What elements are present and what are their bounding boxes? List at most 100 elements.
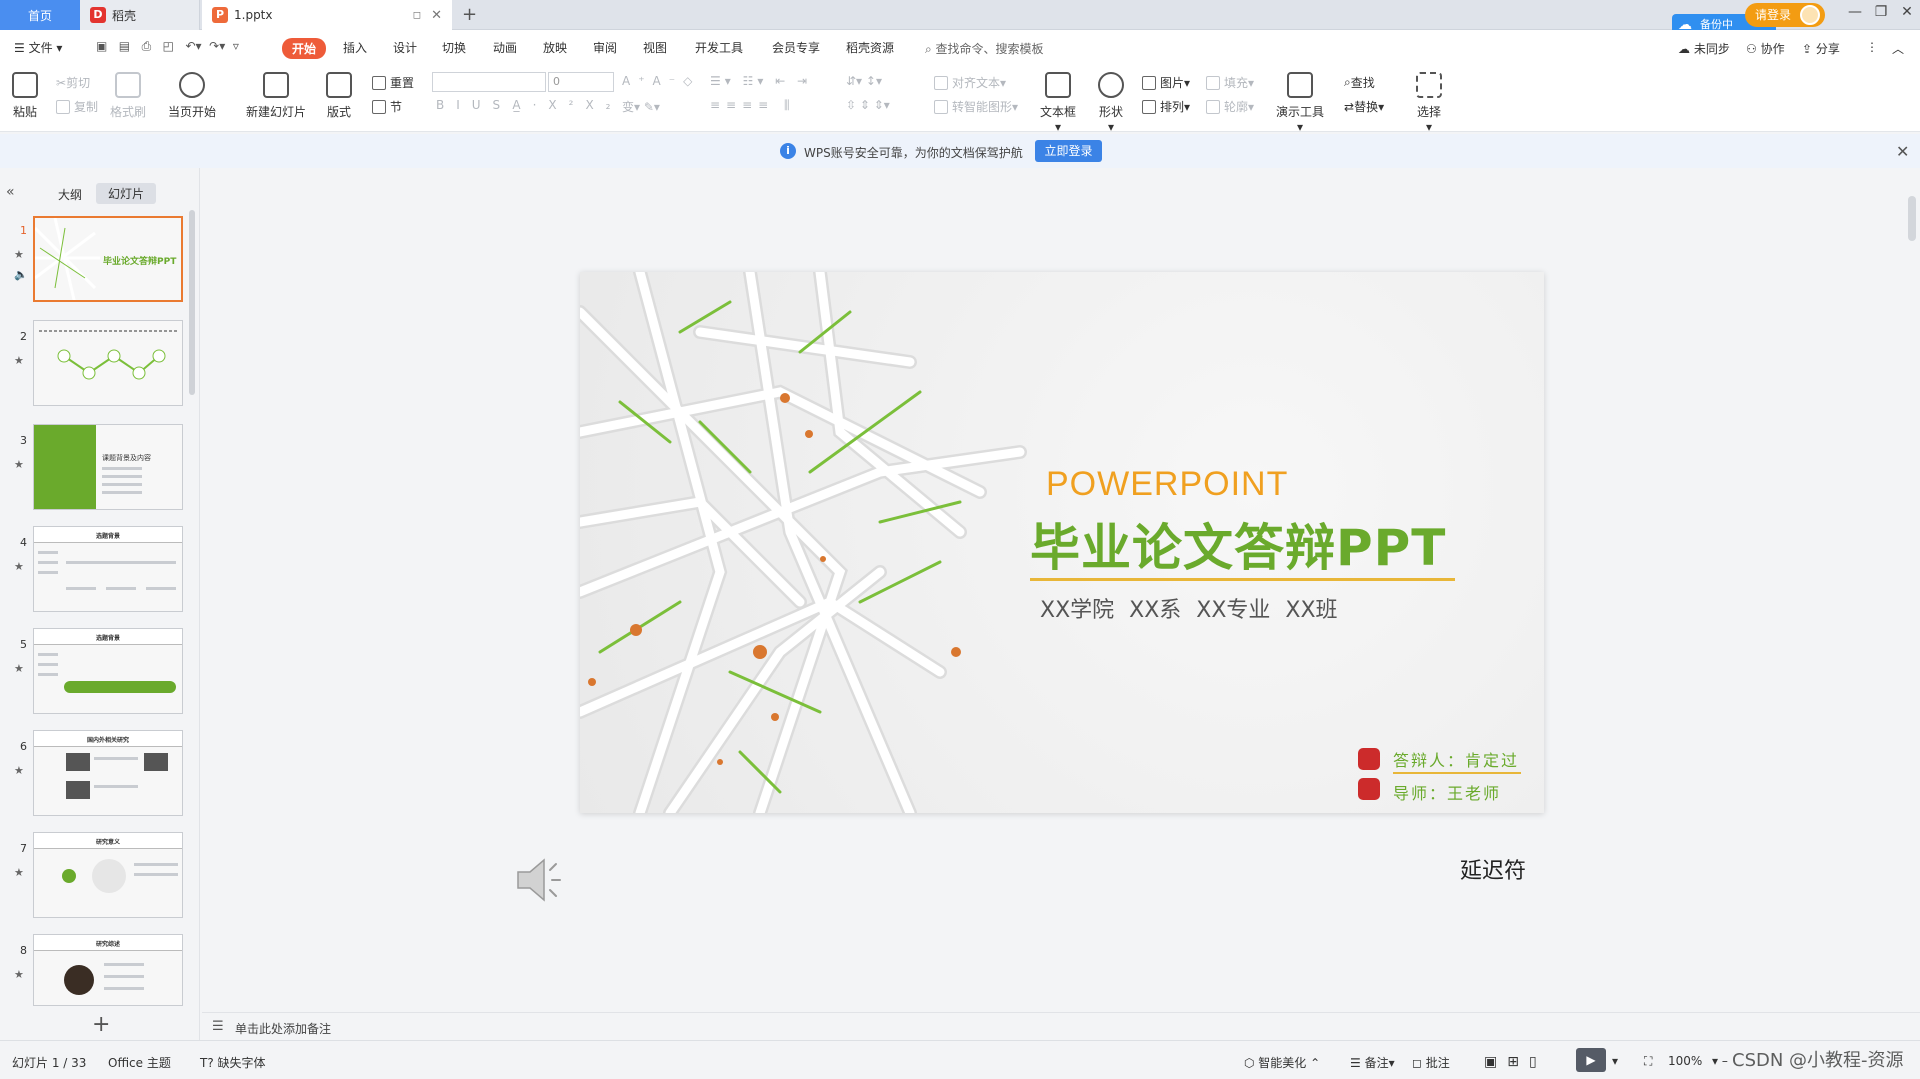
zoom-out-icon[interactable]: ▾ –	[1712, 1054, 1728, 1068]
slide-title[interactable]: 毕业论文答辩PPT	[1030, 508, 1446, 580]
canvas-scrollbar[interactable]	[1904, 168, 1920, 1012]
avatar[interactable]	[1800, 5, 1820, 25]
format-painter-button[interactable]: 格式刷	[110, 72, 146, 120]
missing-font-button[interactable]: T? 缺失字体	[200, 1054, 266, 1071]
delay-text[interactable]: 延迟符	[1460, 853, 1526, 885]
smart-beautify-button[interactable]: ⬡ 智能美化 ⌃	[1244, 1054, 1320, 1071]
play-options-icon[interactable]: ▾	[1612, 1054, 1618, 1068]
font-style-buttons[interactable]: BIUSA̲·X²X₂	[436, 98, 622, 112]
menu-view[interactable]: 视图	[643, 39, 667, 56]
tab-document[interactable]: P 1.pptx ◻ ✕	[202, 0, 452, 30]
speaker-icon[interactable]	[510, 850, 570, 910]
tab-slides[interactable]: 幻灯片	[96, 183, 157, 204]
notice-login-button[interactable]: 立即登录	[1035, 140, 1102, 162]
fit-window-icon[interactable]: ⛶	[1644, 1054, 1652, 1069]
slide-thumbnail[interactable]: 研究综述	[33, 934, 183, 1006]
pin-icon[interactable]: ◻	[413, 10, 421, 21]
fill-button[interactable]: 填充 ▾	[1206, 74, 1254, 91]
slide-subtitle[interactable]: XX学院 XX系 XX专业 XX班	[1040, 592, 1338, 624]
add-slide-button[interactable]: +	[92, 1012, 110, 1037]
menu-insert[interactable]: 插入	[343, 39, 367, 56]
tab-home[interactable]: 首页	[0, 0, 80, 30]
menu-animation[interactable]: 动画	[493, 39, 517, 56]
advisor-text[interactable]: 导师：王老师	[1393, 780, 1501, 804]
smartart-button[interactable]: 转智能图形 ▾	[934, 98, 1018, 115]
slide-1[interactable]: POWERPOINT 毕业论文答辩PPT XX学院 XX系 XX专业 XX班 答…	[580, 272, 1544, 813]
comments-button[interactable]: ◻ 批注	[1412, 1054, 1450, 1071]
collapse-panel-icon[interactable]: «	[6, 184, 15, 200]
copy-button[interactable]: 复制	[56, 98, 98, 115]
replace-button[interactable]: ⇄ 替换 ▾	[1344, 98, 1384, 115]
picture-button[interactable]: 图片 ▾	[1142, 74, 1190, 91]
font-size-select[interactable]: 0	[548, 72, 614, 92]
menu-docer-resources[interactable]: 稻壳资源	[846, 39, 894, 56]
menu-design[interactable]: 设计	[393, 39, 417, 56]
notes-placeholder[interactable]: 单击此处添加备注	[235, 1020, 331, 1037]
find-button[interactable]: ⌕ 查找	[1344, 74, 1375, 91]
theme-name[interactable]: Office 主题	[108, 1054, 171, 1071]
slide-thumbnail[interactable]: 选题背景	[33, 526, 183, 612]
font-family-select[interactable]	[432, 72, 546, 92]
sync-button[interactable]: ☁ 未同步	[1678, 40, 1730, 57]
menu-transition[interactable]: 切换	[442, 39, 466, 56]
font-size-adjust[interactable]: A⁺A⁻◇	[622, 74, 700, 88]
arrange-button[interactable]: 排列 ▾	[1142, 98, 1190, 115]
text-effect-icon[interactable]: 变▾ ✎▾	[622, 98, 660, 115]
slide-thumbnail[interactable]: 研究意义	[33, 832, 183, 918]
slide-thumbnail[interactable]: 课题背景及内容	[33, 424, 183, 510]
panel-scrollbar[interactable]	[189, 210, 195, 395]
textbox-button[interactable]: 文本框 ▾	[1040, 72, 1076, 134]
menu-start[interactable]: 开始	[282, 38, 327, 59]
outline-button[interactable]: 轮廓 ▾	[1206, 98, 1254, 115]
paste-button[interactable]: 粘贴	[12, 72, 38, 120]
menu-member[interactable]: 会员专享	[772, 39, 820, 56]
select-button[interactable]: 选择 ▾	[1416, 72, 1442, 134]
respondent-text[interactable]: 答辩人：肯定过	[1393, 747, 1519, 771]
file-menu[interactable]: ☰ 文件 ▾	[14, 39, 62, 56]
redo-icon[interactable]: ↷▾	[209, 39, 225, 53]
collapse-ribbon-icon[interactable]: ︿	[1892, 40, 1904, 57]
new-slide-button[interactable]: 新建幻灯片	[246, 72, 306, 120]
slide-thumbnail[interactable]: 国内外相关研究	[33, 730, 183, 816]
command-search[interactable]: ⌕ 查找命令、搜索模板	[925, 40, 1044, 57]
section-button[interactable]: 节	[372, 98, 402, 115]
canvas-scroll-thumb[interactable]	[1908, 196, 1916, 241]
layout-button[interactable]: 版式	[326, 72, 352, 120]
slide-thumbnail[interactable]: 选题背景	[33, 628, 183, 714]
presentation-tools-button[interactable]: 演示工具 ▾	[1276, 72, 1324, 134]
play-from-current-button[interactable]: 当页开始	[168, 72, 216, 120]
reset-button[interactable]: 重置	[372, 74, 414, 91]
customize-icon[interactable]: ▿	[233, 39, 239, 53]
text-direction-button[interactable]: ⇵▾ ↕▾	[846, 74, 882, 88]
view-mode-buttons[interactable]: ▣⊞▯	[1484, 1054, 1547, 1070]
new-tab-button[interactable]: +	[462, 4, 477, 25]
share-button[interactable]: ⇪ 分享	[1802, 40, 1840, 57]
menu-developer[interactable]: 开发工具	[695, 39, 743, 56]
notes-toggle[interactable]: ☰ 备注▾	[1350, 1054, 1395, 1071]
export-pdf-icon[interactable]: ▤	[119, 39, 130, 53]
slide-thumbnail[interactable]	[33, 320, 183, 406]
slide-thumbnail[interactable]: 毕业论文答辩PPT	[33, 216, 183, 302]
collaborate-button[interactable]: ⚇ 协作	[1746, 40, 1785, 57]
close-window-icon[interactable]: ✕	[1892, 4, 1920, 20]
paragraph-align-buttons[interactable]: ≡≡≡≡ ⫼	[710, 98, 796, 113]
play-slideshow-button[interactable]: ▶	[1576, 1048, 1606, 1072]
cut-button[interactable]: ✂ 剪切	[56, 74, 90, 91]
print-preview-icon[interactable]: ◰	[163, 39, 174, 53]
more-icon[interactable]: ⋮	[1866, 40, 1878, 54]
save-icon[interactable]: ▣	[96, 39, 107, 53]
notes-pane[interactable]	[202, 1012, 1920, 1040]
tab-docer[interactable]: D 稻壳	[80, 0, 200, 30]
close-notice-icon[interactable]: ✕	[1896, 142, 1909, 161]
print-icon[interactable]: ⎙	[142, 39, 152, 53]
list-buttons[interactable]: ☰▾ ☷▾ ⇤ ⇥	[710, 74, 811, 88]
tab-outline[interactable]: 大纲	[58, 186, 82, 203]
undo-icon[interactable]: ↶▾	[185, 39, 201, 53]
line-spacing-button[interactable]: ⇳ ⇕ ⇕▾	[846, 98, 890, 112]
menu-slideshow[interactable]: 放映	[543, 39, 567, 56]
slide-english-title[interactable]: POWERPOINT	[1046, 465, 1288, 504]
zoom-level[interactable]: 100%	[1668, 1054, 1702, 1068]
menu-review[interactable]: 审阅	[593, 39, 617, 56]
close-tab-icon[interactable]: ✕	[431, 8, 442, 23]
align-text-button[interactable]: 对齐文本 ▾	[934, 74, 1006, 91]
